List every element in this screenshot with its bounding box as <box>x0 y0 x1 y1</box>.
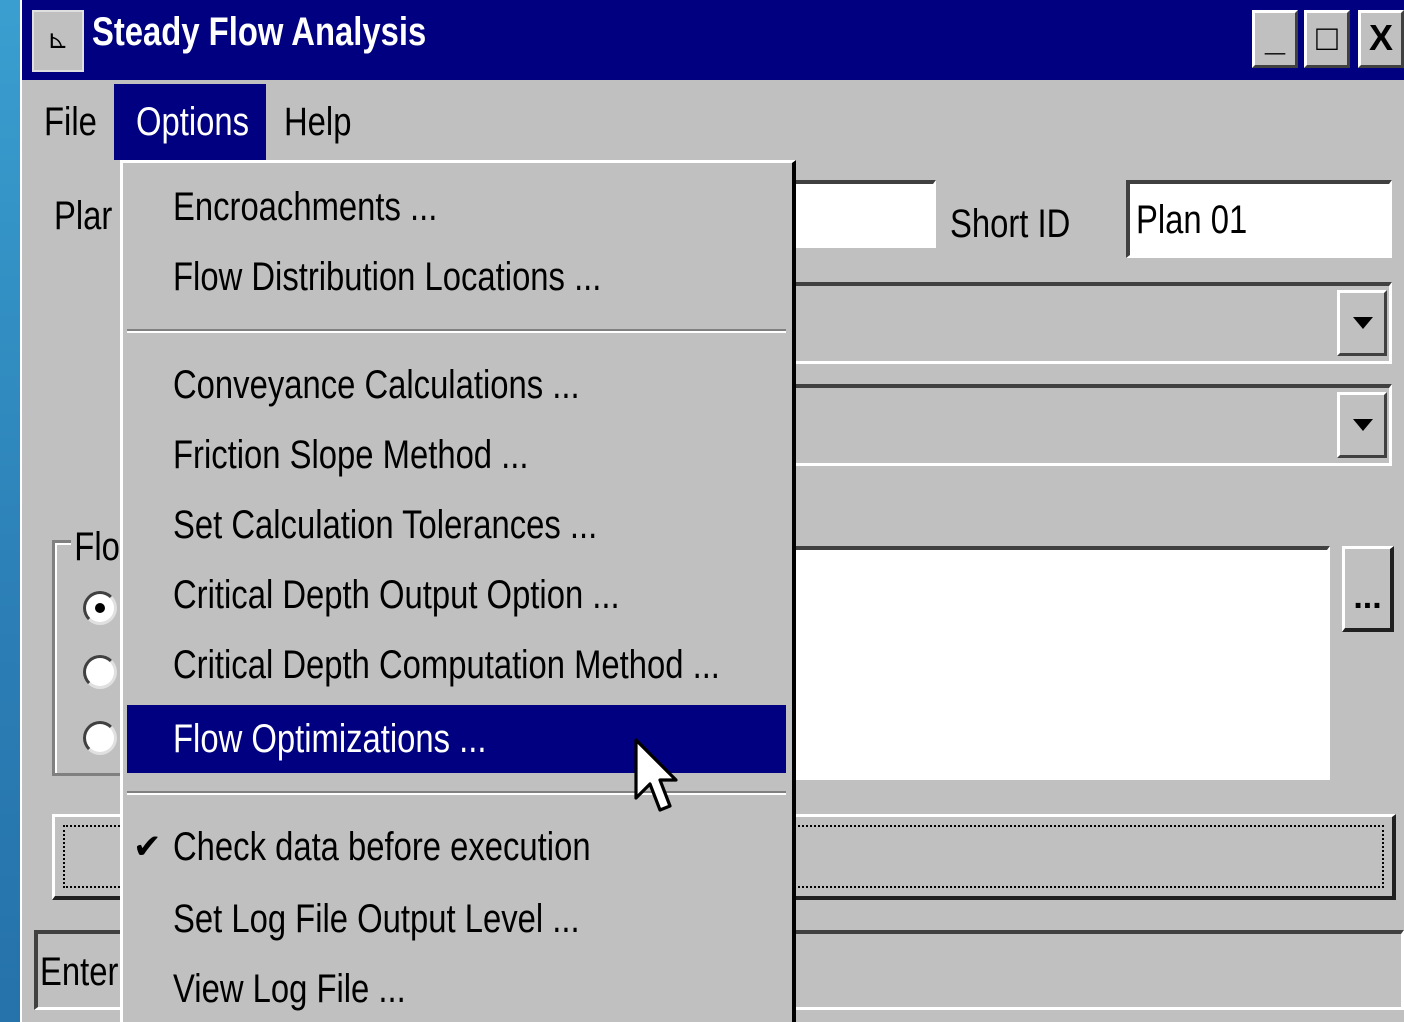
close-button[interactable]: X <box>1358 10 1404 68</box>
minimize-button[interactable]: _ <box>1252 10 1298 68</box>
menu-item-set-log-file-output-level[interactable]: Set Log File Output Level ... <box>127 885 786 953</box>
menu-item-critical-depth-output-option[interactable]: Critical Depth Output Option ... <box>127 561 786 629</box>
menu-item-flow-distribution-locations[interactable]: Flow Distribution Locations ... <box>127 243 786 311</box>
short-id-value: Plan 01 <box>1136 198 1248 242</box>
chevron-down-icon <box>1353 419 1373 431</box>
menu-separator <box>127 329 786 333</box>
menu-item-flow-optimizations[interactable]: Flow Optimizations ... <box>127 705 786 773</box>
flow-file-combo[interactable] <box>722 384 1392 466</box>
flow-regime-group-label: Flo <box>71 525 124 570</box>
menu-item-critical-depth-computation-method[interactable]: Critical Depth Computation Method ... <box>127 631 786 699</box>
maximize-icon: □ <box>1316 17 1338 58</box>
radio-selected-dot <box>95 603 105 613</box>
description-textarea[interactable] <box>722 546 1330 780</box>
menu-item-check-data-before-execution[interactable]: ✔ Check data before execution <box>127 813 786 881</box>
description-browse-button[interactable]: ... <box>1342 546 1394 632</box>
plan-label: Plar <box>54 194 113 238</box>
app-system-icon[interactable]: ⊾ <box>32 10 84 72</box>
menu-options[interactable]: Options <box>114 84 266 160</box>
menu-item-encroachments[interactable]: Encroachments ... <box>127 173 786 241</box>
geometry-file-combo[interactable] <box>722 282 1392 364</box>
flow-regime-radio-2[interactable] <box>83 655 117 689</box>
chevron-down-icon <box>1353 317 1373 329</box>
menu-item-friction-slope-method[interactable]: Friction Slope Method ... <box>127 421 786 489</box>
menu-bar: File Options Help <box>22 82 1404 160</box>
status-text: Enter <box>40 950 119 994</box>
flow-regime-radio-3[interactable] <box>83 721 117 755</box>
menu-separator <box>127 791 786 795</box>
menu-help[interactable]: Help <box>262 84 388 160</box>
title-bar[interactable]: ⊾ Steady Flow Analysis _ □ X <box>22 0 1404 80</box>
geometry-combo-dropdown-button[interactable] <box>1337 290 1387 356</box>
flow-combo-dropdown-button[interactable] <box>1337 392 1387 458</box>
menu-item-view-log-file[interactable]: View Log File ... <box>127 955 786 1022</box>
short-id-label: Short ID <box>950 202 1071 246</box>
options-dropdown-menu: Encroachments ... Flow Distribution Loca… <box>120 160 796 1022</box>
window-title: Steady Flow Analysis <box>92 10 427 54</box>
minimize-icon: _ <box>1264 17 1286 58</box>
maximize-button[interactable]: □ <box>1304 10 1350 68</box>
mouse-pointer-icon <box>634 738 678 812</box>
checkmark-icon: ✔ <box>133 828 162 866</box>
steady-flow-window: ⊾ Steady Flow Analysis _ □ X File Option… <box>20 0 1404 1022</box>
flow-regime-radio-1[interactable] <box>83 591 117 625</box>
short-id-input[interactable]: Plan 01 <box>1126 180 1392 258</box>
close-icon: X <box>1368 17 1393 58</box>
menu-item-set-calculation-tolerances[interactable]: Set Calculation Tolerances ... <box>127 491 786 559</box>
menu-item-conveyance-calculations[interactable]: Conveyance Calculations ... <box>127 351 786 419</box>
